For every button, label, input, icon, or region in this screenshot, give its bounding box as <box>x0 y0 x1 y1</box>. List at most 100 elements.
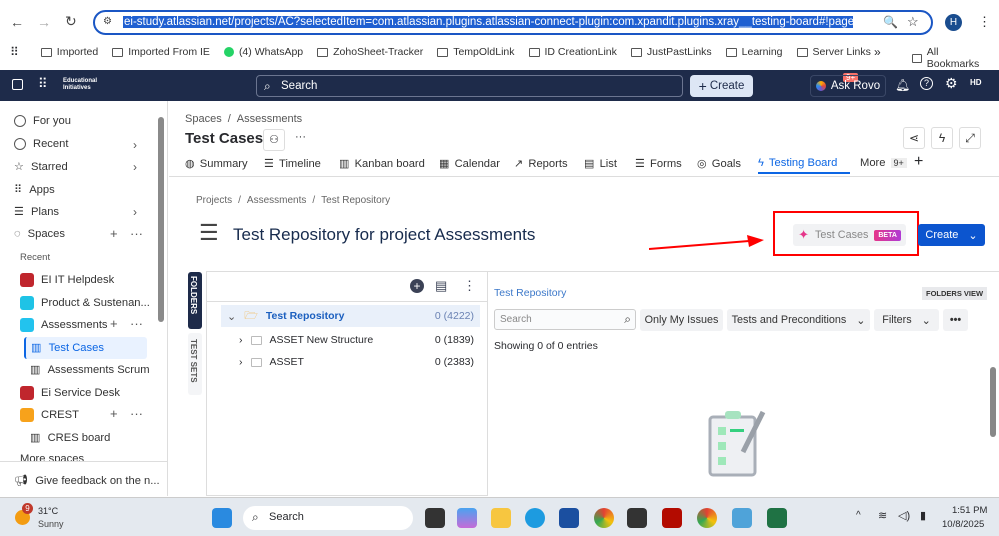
task-view-icon[interactable] <box>425 508 445 528</box>
tab-testing-board[interactable]: ϟ Testing Board <box>758 157 850 174</box>
add-folder-icon[interactable]: + <box>410 279 424 293</box>
bookmark[interactable]: Server Links <box>796 46 871 58</box>
reload-icon[interactable]: ↻ <box>65 13 77 30</box>
sidebar-item-assessments-scrum[interactable]: ▥ Assessments Scrum <box>30 363 150 377</box>
edge-icon[interactable] <box>525 508 545 528</box>
sidebar-item-plans[interactable]: ☰ Plans <box>14 205 59 219</box>
taskbar-search[interactable]: ⌕ Search <box>243 506 413 530</box>
more-vertical-icon[interactable]: ⋮ <box>463 278 476 294</box>
notepad-icon[interactable] <box>732 508 752 528</box>
filters-dropdown[interactable]: Filters ⌄ <box>874 309 939 331</box>
sidebar-scrollbar[interactable] <box>158 117 164 322</box>
bell-icon[interactable]: 🔔︎ <box>895 78 910 92</box>
wifi-icon[interactable]: ≋ <box>878 509 887 522</box>
people-icon[interactable]: ⚇ <box>263 129 285 151</box>
battery-icon[interactable]: ▮ <box>920 509 926 522</box>
menu-icon[interactable]: ⋮ <box>978 14 991 30</box>
space-ei-service-desk[interactable]: Ei Service Desk <box>20 386 120 400</box>
sidebar-toggle-icon[interactable] <box>12 79 23 90</box>
windows-start-icon[interactable] <box>212 508 232 528</box>
sidebar-item-more-spaces[interactable]: More spaces <box>20 453 84 461</box>
zoom-icon[interactable]: 🔍 <box>883 15 898 29</box>
excel-icon[interactable] <box>767 508 787 528</box>
sidebar-item-test-cases-active[interactable]: ▥ Test Cases <box>24 337 147 359</box>
bookmark[interactable]: Imported From IE <box>112 46 210 58</box>
chevron-up-icon[interactable]: ^ <box>856 510 861 521</box>
app-switcher-icon[interactable]: ⠿ <box>38 76 48 92</box>
back-icon[interactable]: ← <box>10 14 24 30</box>
address-bar[interactable]: ⚙ ei-study.atlassian.net/projects/AC?sel… <box>93 10 933 35</box>
space-assessments[interactable]: Assessments <box>20 318 108 332</box>
crumb[interactable]: Projects <box>196 195 232 206</box>
sidebar-item-for-you[interactable]: For you <box>14 115 71 127</box>
more-bookmarks-button[interactable]: » <box>874 45 881 59</box>
forward-icon[interactable]: → <box>37 14 51 30</box>
sidebar-item-recent[interactable]: Recent <box>14 138 68 150</box>
fullscreen-icon[interactable]: ⤢ <box>959 127 981 149</box>
copilot-icon[interactable] <box>457 508 477 528</box>
site-info-icon[interactable]: ⚙ <box>103 16 112 27</box>
help-icon[interactable]: ? <box>920 77 933 90</box>
acrobat-icon[interactable] <box>662 508 682 528</box>
bookmark-star-icon[interactable]: ☆ <box>907 14 919 30</box>
bookmark[interactable]: ID CreationLink <box>528 46 617 58</box>
chevron-right-icon[interactable]: › <box>133 205 137 219</box>
store-icon[interactable] <box>559 508 579 528</box>
space-ei-it-helpdesk[interactable]: EI IT Helpdesk <box>20 273 114 287</box>
logo[interactable]: Educational Initiatives <box>63 78 113 92</box>
feedback-button[interactable]: 📢︎ Give feedback on the n... <box>14 474 160 488</box>
settings-icon[interactable]: ⚙ <box>945 75 958 92</box>
automation-icon[interactable]: ϟ <box>931 127 953 149</box>
tab-reports[interactable]: ↗ Reports <box>514 157 568 171</box>
url-text[interactable]: ei-study.atlassian.net/projects/AC?selec… <box>123 16 853 28</box>
terminal-icon[interactable] <box>627 508 647 528</box>
breadcrumb-spaces[interactable]: Spaces <box>185 113 222 125</box>
tests-preconditions-dropdown[interactable]: Tests and Preconditions ⌄ <box>727 309 870 331</box>
sidebar-item-starred[interactable]: ☆ Starred <box>14 160 68 174</box>
add-space-icon[interactable]: + <box>110 226 118 241</box>
bookmark[interactable]: (4) WhatsApp <box>223 46 303 58</box>
tree-row[interactable]: › ASSET New Structure 0 (1839) <box>239 330 480 350</box>
chevron-right-icon[interactable]: › <box>133 160 137 174</box>
tab-calendar[interactable]: ▦ Calendar <box>439 157 500 171</box>
add-icon[interactable]: + <box>110 406 118 421</box>
bookmark[interactable]: Imported <box>40 46 98 58</box>
chrome-icon[interactable] <box>594 508 614 528</box>
more-options-button[interactable]: ••• <box>943 309 968 331</box>
create-issue-button[interactable]: Create ⌄ <box>918 224 985 246</box>
all-bookmarks[interactable]: All Bookmarks <box>912 46 985 70</box>
space-product[interactable]: Product & Sustenan... <box>20 296 150 310</box>
volume-icon[interactable]: ◁) <box>898 509 910 522</box>
sidebar-item-apps[interactable]: ⠿ Apps <box>14 183 55 197</box>
search-input[interactable]: ⌕ Search <box>256 75 683 97</box>
profile-avatar[interactable]: H <box>945 14 962 31</box>
tab-summary[interactable]: ◍ Summary <box>185 157 248 171</box>
bookmark[interactable]: ZohoSheet-Tracker <box>317 46 423 58</box>
hamburger-icon[interactable]: ☰ <box>199 220 219 246</box>
panel-title[interactable]: Test Repository <box>494 287 566 299</box>
breadcrumb-assessments[interactable]: Assessments <box>237 113 302 125</box>
tab-test-sets[interactable]: TEST SETS <box>188 333 202 395</box>
copy-icon[interactable]: ▤ <box>435 278 447 294</box>
clock-date[interactable]: 10/8/2025 <box>942 519 984 530</box>
more-icon[interactable]: ··· <box>130 406 143 421</box>
user-avatar[interactable]: HD <box>970 78 982 87</box>
crumb[interactable]: Test Repository <box>321 195 390 206</box>
issue-search-input[interactable]: Search ⌕ <box>494 309 636 330</box>
chrome-profile-icon[interactable] <box>697 508 717 528</box>
space-crest[interactable]: CREST <box>20 408 79 422</box>
tab-goals[interactable]: ◎ Goals <box>697 157 741 171</box>
file-explorer-icon[interactable] <box>491 508 511 528</box>
clock-time[interactable]: 1:51 PM <box>952 505 987 516</box>
chevron-right-icon[interactable]: › <box>133 138 137 152</box>
tree-row[interactable]: ⌄ 🗁 Test Repository 0 (4222) <box>221 305 480 327</box>
tab-kanban[interactable]: ▥ Kanban board <box>339 157 425 171</box>
ai-test-cases-button[interactable]: ✦ Test Cases BETA <box>793 224 906 246</box>
ask-rovo-button[interactable]: Ask Rovo <box>810 75 886 97</box>
tab-forms[interactable]: ☰ Forms <box>635 157 682 171</box>
bookmark[interactable]: JustPastLinks <box>630 46 712 58</box>
tab-list[interactable]: ▤ List <box>584 157 617 171</box>
tab-folders[interactable]: FOLDERS <box>188 272 202 329</box>
more-icon[interactable]: ··· <box>130 226 143 241</box>
add-icon[interactable]: + <box>110 316 118 331</box>
